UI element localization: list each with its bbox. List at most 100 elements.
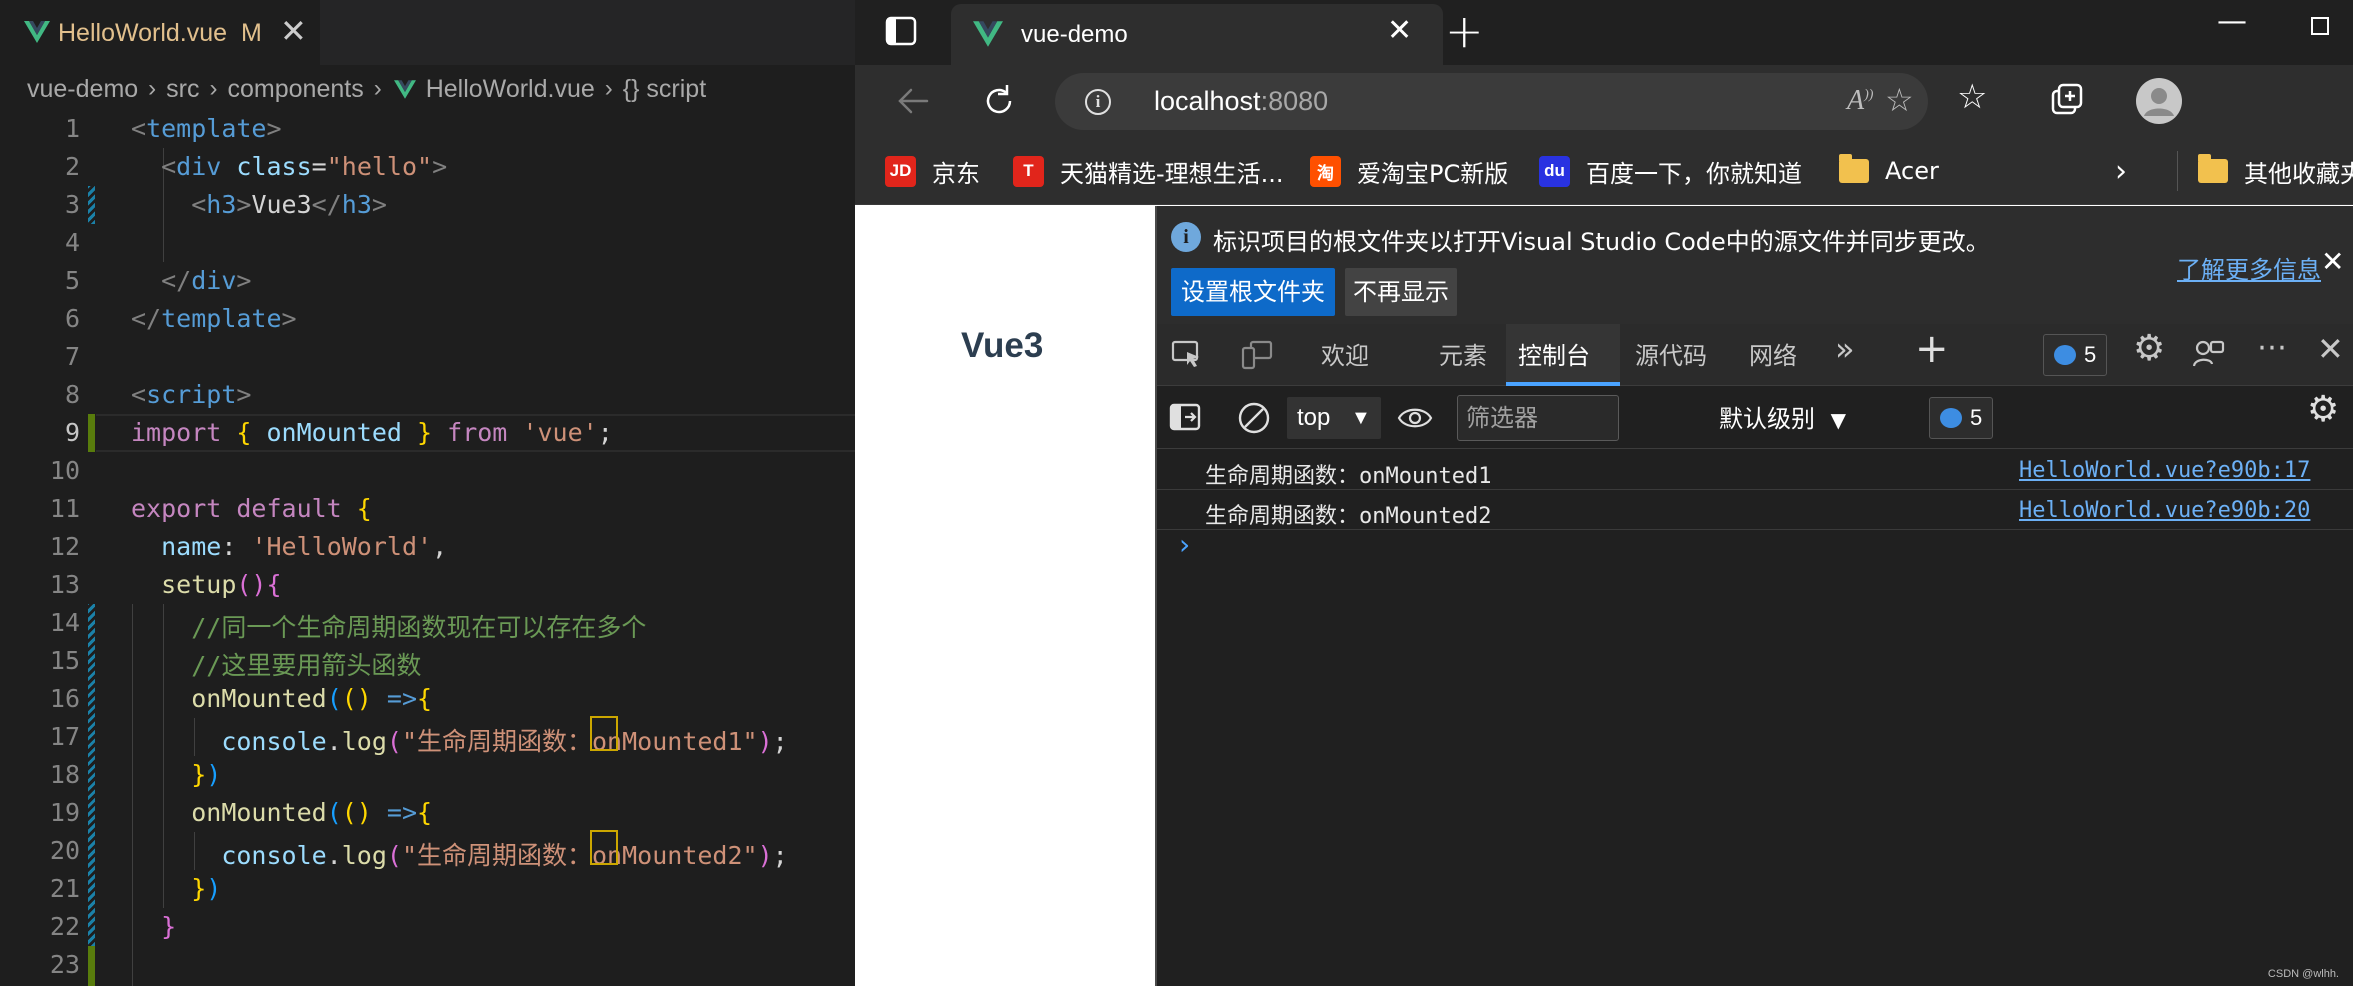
- bookmark-jd[interactable]: JD 京东: [885, 151, 980, 191]
- minimize-icon[interactable]: —: [2217, 4, 2247, 39]
- new-tab-icon[interactable]: +: [1445, 8, 1484, 54]
- code-line: <template>: [131, 114, 282, 143]
- devtools-infobar: i 标识项目的根文件夹以打开Visual Studio Code中的源文件并同步…: [1157, 206, 2353, 324]
- gutter-change-marker: [88, 186, 95, 224]
- code-line: </template>: [131, 304, 297, 333]
- line-number: 7: [64, 342, 80, 371]
- code-line: console.log("生命周期函数：onMounted2");: [221, 841, 788, 870]
- modified-badge: M: [241, 19, 262, 47]
- console-log-row: 生命周期函数：onMounted2 HelloWorld.vue?e90b:20: [1157, 490, 2353, 530]
- watermark: CSDN @wlhh.: [2267, 968, 2339, 980]
- line-number-current: 9: [64, 418, 80, 447]
- code-line: }: [161, 912, 177, 941]
- tab-network[interactable]: 网络: [1749, 336, 1797, 371]
- vue-file-icon: [24, 21, 50, 43]
- line-number: 22: [49, 912, 80, 941]
- code-editor[interactable]: HelloWorld.vue M ✕ vue-demo › src › comp…: [0, 0, 855, 986]
- dropdown-caret-icon: ▼: [1830, 408, 1847, 432]
- collections-icon[interactable]: [2047, 81, 2087, 121]
- address-bar[interactable]: i localhost:8080 A)) ☆: [1055, 73, 1928, 130]
- breadcrumb-item[interactable]: {} script: [623, 75, 706, 104]
- devtools-tab-bar: 欢迎 元素 控制台 源代码 网络 » + 5 ⚙ ⋯ ✕: [1157, 324, 2353, 386]
- log-source-link[interactable]: HelloWorld.vue?e90b:17: [2019, 458, 2310, 483]
- code-area[interactable]: 1 2 3 4 5 6 7 8 9 10 11 12 13 14 15 16 1…: [0, 110, 855, 986]
- profile-avatar[interactable]: [2135, 77, 2183, 125]
- console-messages-badge[interactable]: 5: [1929, 397, 1994, 439]
- add-favorite-icon[interactable]: ☆: [1885, 81, 1914, 119]
- bookmark-baidu[interactable]: du 百度一下，你就知道: [1539, 151, 1802, 191]
- close-devtools-icon[interactable]: ✕: [2317, 330, 2344, 368]
- line-number: 2: [64, 152, 80, 181]
- navigation-bar: i localhost:8080 A)) ☆ ☆: [855, 65, 2353, 139]
- read-aloud-icon[interactable]: A)): [1847, 85, 1873, 117]
- line-number: 6: [64, 304, 80, 333]
- clear-console-icon[interactable]: [1237, 401, 1271, 435]
- line-number: 11: [49, 494, 80, 523]
- close-tab-icon[interactable]: ✕: [280, 15, 307, 47]
- more-favorites-chevron-icon[interactable]: ›: [2115, 151, 2127, 191]
- maximize-icon[interactable]: [2311, 17, 2329, 35]
- tab-filename: HelloWorld.vue: [58, 19, 228, 47]
- chevron-right-icon: ›: [209, 75, 218, 102]
- code-line: export default {: [131, 494, 372, 523]
- customize-icon[interactable]: [2191, 338, 2225, 370]
- bookmark-tmall[interactable]: T 天猫精选-理想生活...: [1013, 151, 1284, 191]
- more-tabs-icon[interactable]: »: [1835, 330, 1855, 368]
- console-prompt[interactable]: ›: [1179, 528, 1190, 561]
- tab-console[interactable]: 控制台: [1518, 336, 1590, 371]
- favorites-icon[interactable]: ☆: [1957, 77, 1987, 117]
- learn-more-link[interactable]: 了解更多信息: [2177, 250, 2321, 285]
- tab-elements[interactable]: 元素: [1439, 336, 1487, 371]
- console-settings-gear-icon[interactable]: ⚙: [2307, 389, 2339, 430]
- breadcrumb-item[interactable]: components: [228, 75, 364, 104]
- bookmark-folder-other[interactable]: 其他收藏夹: [2177, 151, 2353, 191]
- settings-gear-icon[interactable]: ⚙: [2133, 328, 2165, 369]
- log-source-link[interactable]: HelloWorld.vue?e90b:20: [2019, 498, 2310, 523]
- back-arrow-icon[interactable]: [893, 81, 933, 121]
- line-number: 18: [49, 760, 80, 789]
- tab-helloworld-vue[interactable]: HelloWorld.vue M ✕: [0, 0, 320, 65]
- browser-tab-vue-demo[interactable]: vue-demo ✕: [951, 4, 1443, 65]
- vue-logo-icon: [973, 21, 1003, 47]
- toggle-sidebar-icon[interactable]: [1169, 403, 1201, 431]
- workspaces-icon[interactable]: [885, 16, 917, 46]
- console-toolbar: top ▼ 筛选器 默认级别 ▼ 5 ⚙: [1157, 387, 2353, 449]
- dont-show-again-button[interactable]: 不再显示: [1345, 268, 1457, 316]
- refresh-icon[interactable]: [979, 81, 1019, 121]
- unicode-highlight-box: [590, 830, 618, 865]
- dropdown-caret-icon: ▼: [1351, 407, 1371, 429]
- console-log-row: 生命周期函数：onMounted1 HelloWorld.vue?e90b:17: [1157, 450, 2353, 490]
- add-tab-icon[interactable]: +: [1915, 326, 1949, 372]
- breadcrumb-item[interactable]: vue-demo: [27, 75, 138, 104]
- line-number: 5: [64, 266, 80, 295]
- code-line: name: 'HelloWorld',: [161, 532, 448, 561]
- issues-badge[interactable]: 5: [2043, 334, 2108, 376]
- live-expression-eye-icon[interactable]: [1397, 405, 1433, 431]
- breadcrumb-item[interactable]: src: [166, 75, 199, 104]
- tab-sources[interactable]: 源代码: [1635, 336, 1707, 371]
- context-selector[interactable]: top ▼: [1287, 397, 1381, 439]
- tab-welcome[interactable]: 欢迎: [1321, 336, 1369, 371]
- folder-icon: [1839, 154, 1869, 183]
- devtools-panel: i 标识项目的根文件夹以打开Visual Studio Code中的源文件并同步…: [1155, 206, 2353, 986]
- close-infobar-icon[interactable]: ✕: [2321, 248, 2344, 276]
- gutter-change-marker: [88, 604, 95, 946]
- log-level-dropdown[interactable]: 默认级别 ▼: [1719, 399, 1846, 434]
- line-number: 23: [49, 950, 80, 979]
- close-tab-icon[interactable]: ✕: [1387, 16, 1412, 46]
- console-filter-input[interactable]: 筛选器: [1457, 395, 1619, 441]
- site-info-icon[interactable]: i: [1085, 89, 1111, 115]
- device-emulation-icon[interactable]: [1241, 340, 1273, 370]
- line-number: 16: [49, 684, 80, 713]
- more-options-icon[interactable]: ⋯: [2257, 330, 2287, 365]
- bookmark-aitaobao[interactable]: 淘 爱淘宝PC新版: [1310, 151, 1508, 191]
- bookmark-folder-acer[interactable]: Acer: [1839, 151, 1939, 191]
- folder-icon: [2198, 154, 2228, 183]
- breadcrumb-item[interactable]: HelloWorld.vue: [426, 75, 595, 104]
- unicode-highlight-box: [590, 716, 618, 751]
- active-tab-indicator: [1506, 382, 1620, 386]
- code-line: <div class="hello">: [161, 152, 448, 181]
- chevron-right-icon: ›: [373, 75, 382, 102]
- inspect-element-icon[interactable]: [1171, 340, 1203, 370]
- set-root-folder-button[interactable]: 设置根文件夹: [1171, 268, 1335, 316]
